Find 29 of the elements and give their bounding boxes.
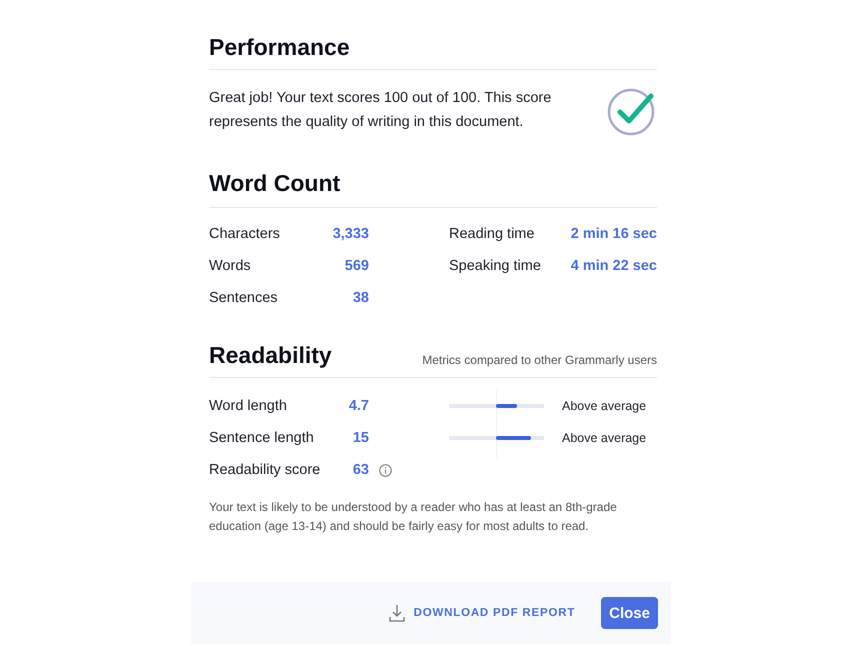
download-pdf-button[interactable]: DOWNLOAD PDF REPORT — [388, 604, 576, 622]
info-icon[interactable] — [379, 464, 392, 476]
section-title: Readability — [209, 342, 332, 369]
check-icon — [607, 86, 657, 136]
download-icon — [388, 604, 406, 622]
stat-value: 3,333 — [332, 225, 369, 244]
metric-label: Sentence length — [209, 429, 315, 448]
stat-value: 2 min 16 sec — [570, 225, 657, 244]
metric-label: Readability score — [209, 461, 322, 480]
stat-label: Speaking time — [449, 257, 541, 276]
readability-description: Your text is likely to be understood by a reader who has at least an 8th-grade education (age 13-14) and should be fairly easy for most adults to read. — [209, 499, 618, 535]
stat-label: Characters — [209, 225, 280, 244]
stat-label: Words — [209, 257, 251, 276]
metric-value: 4.7 — [348, 397, 369, 416]
section-title: Performance — [209, 34, 657, 70]
score-message: Great job! Your text scores 100 out of 100. This score represents the quality of writing in this document. — [209, 89, 552, 132]
stat-value: 569 — [344, 257, 369, 276]
stat-label: Reading time — [449, 225, 534, 244]
stat-value: 4 min 22 sec — [570, 257, 657, 276]
metric-value: 15 — [352, 429, 369, 448]
section-title: Word Count — [209, 170, 657, 208]
metric-rating: Above average — [562, 430, 646, 447]
stat-value: 38 — [352, 289, 369, 308]
close-button[interactable]: Close — [601, 597, 658, 629]
stat-label: Sentences — [209, 289, 278, 308]
metric-label: Word length — [209, 397, 288, 416]
metric-value: 63 — [352, 461, 369, 480]
metric-rating: Above average — [562, 398, 646, 415]
metrics-note: Metrics compared to other Grammarly users — [422, 353, 657, 367]
